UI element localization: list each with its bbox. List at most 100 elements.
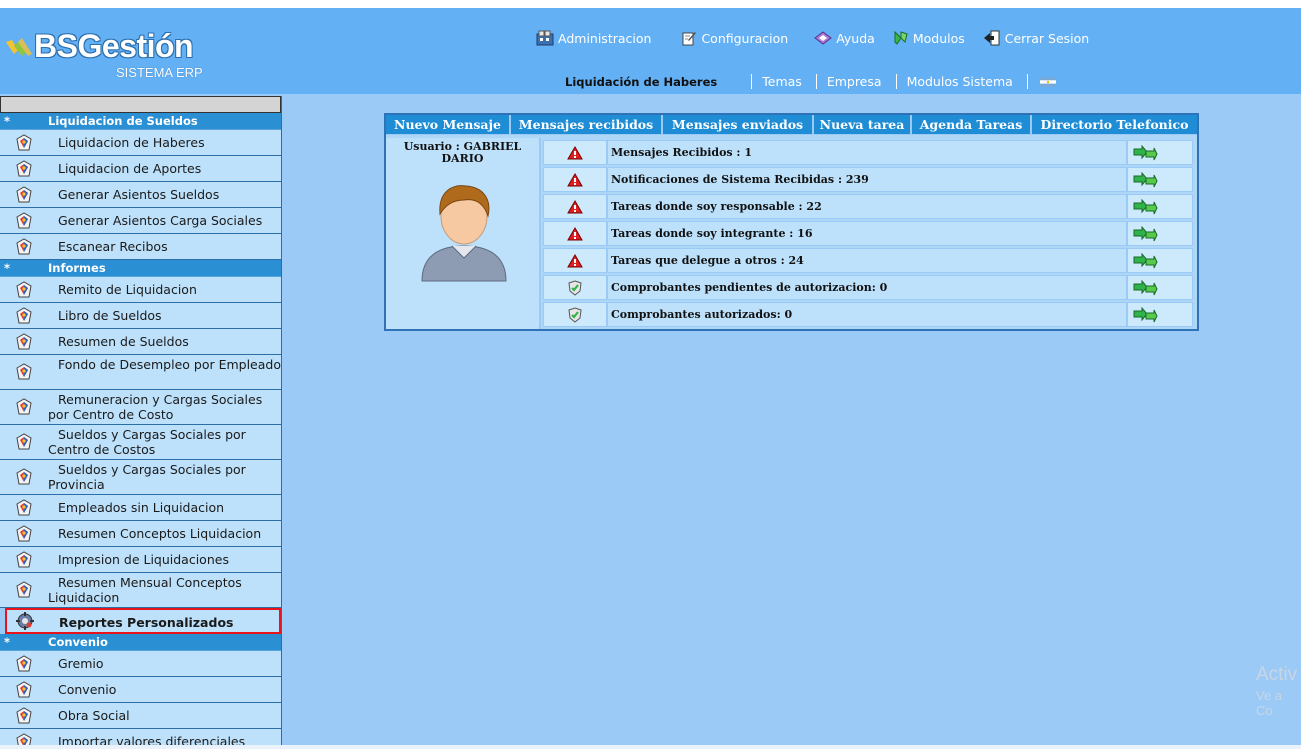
nav-cerrar-sesion[interactable]: Cerrar Sesion bbox=[983, 30, 1089, 46]
section-star: * bbox=[4, 114, 11, 128]
section-title: Liquidacion de Sueldos bbox=[48, 114, 198, 128]
report-icon bbox=[16, 550, 32, 567]
tab-directorio-telefonico[interactable]: Directorio Telefonico bbox=[1032, 115, 1197, 134]
report-icon bbox=[16, 363, 32, 380]
sidebar-item-resumen-de-sueldos[interactable]: Resumen de Sueldos bbox=[0, 329, 281, 355]
sidebar-item-sueldos-cargas-centro-de-costos[interactable]: Sueldos y Cargas Sociales por Centro de … bbox=[0, 425, 281, 460]
report-icon bbox=[16, 159, 32, 176]
bsgestion-logo[interactable]: BSGestión SISTEMA ERP bbox=[4, 28, 214, 88]
dashboard-panel: Nuevo Mensaje Mensajes recibidos Mensaje… bbox=[384, 113, 1199, 331]
logo-mark-icon bbox=[6, 38, 32, 56]
nav-configuracion[interactable]: Configuracion bbox=[681, 30, 788, 46]
report-icon bbox=[16, 654, 32, 671]
status-cell bbox=[543, 167, 607, 192]
go-arrow-icon bbox=[1133, 198, 1158, 214]
admin-icon bbox=[536, 30, 554, 46]
status-cell bbox=[543, 194, 607, 219]
panel-tabs: Nuevo Mensaje Mensajes recibidos Mensaje… bbox=[386, 115, 1197, 135]
open-button[interactable] bbox=[1127, 302, 1193, 327]
sidebar-item-generar-asientos-carga-sociales[interactable]: Generar Asientos Carga Sociales bbox=[0, 208, 281, 234]
notification-row: Tareas donde soy responsable : 22 bbox=[543, 194, 1197, 219]
sidebar-item-resumen-conceptos-liquidacion[interactable]: Resumen Conceptos Liquidacion bbox=[0, 521, 281, 547]
sidebar-item-reportes-personalizados[interactable]: Reportes Personalizados bbox=[5, 608, 281, 634]
sidebar-item-remuneracion-cargas-sociales[interactable]: Remuneracion y Cargas Sociales por Centr… bbox=[0, 390, 281, 425]
sidebar-item-label: Resumen Mensual Conceptos Liquidacion bbox=[48, 575, 242, 605]
status-cell bbox=[543, 302, 607, 327]
notifications-list: Mensajes Recibidos : 1 Notificaciones de… bbox=[543, 140, 1197, 329]
report-icon bbox=[16, 306, 32, 323]
open-button[interactable] bbox=[1127, 275, 1193, 300]
go-arrow-icon bbox=[1133, 279, 1158, 295]
section-convenio[interactable]: * Convenio bbox=[0, 634, 281, 651]
nav-cerrar-sesion-label: Cerrar Sesion bbox=[1004, 30, 1090, 46]
separator bbox=[895, 74, 897, 89]
report-icon bbox=[16, 332, 32, 349]
sidebar-item-label: Resumen de Sueldos bbox=[58, 334, 189, 349]
open-button[interactable] bbox=[1127, 140, 1193, 165]
link-empresa[interactable]: Empresa bbox=[827, 74, 882, 89]
report-icon bbox=[16, 581, 32, 598]
open-button[interactable] bbox=[1127, 194, 1193, 219]
check-shield-icon bbox=[568, 306, 582, 323]
open-button[interactable] bbox=[1127, 221, 1193, 246]
tab-nuevo-mensaje[interactable]: Nuevo Mensaje bbox=[386, 115, 511, 134]
report-icon bbox=[16, 280, 32, 297]
config-icon bbox=[682, 32, 697, 46]
sidebar-item-label: Resumen Conceptos Liquidacion bbox=[58, 526, 262, 541]
sidebar-item-empleados-sin-liquidacion[interactable]: Empleados sin Liquidacion bbox=[0, 495, 281, 521]
windows-activation-watermark: Activ bbox=[1256, 664, 1298, 685]
tab-mensajes-recibidos[interactable]: Mensajes recibidos bbox=[511, 115, 663, 134]
open-button[interactable] bbox=[1127, 167, 1193, 192]
sidebar-item-convenio[interactable]: Convenio bbox=[0, 677, 281, 703]
tab-agenda-tareas[interactable]: Agenda Tareas bbox=[912, 115, 1032, 134]
sidebar-item-sueldos-cargas-provincia[interactable]: Sueldos y Cargas Sociales por Provincia bbox=[0, 460, 281, 495]
sidebar-item-resumen-mensual-conceptos[interactable]: Resumen Mensual Conceptos Liquidacion bbox=[0, 573, 281, 608]
open-button[interactable] bbox=[1127, 248, 1193, 273]
sidebar-item-label: Fondo de Desempleo por Empleado bbox=[58, 357, 281, 372]
sidebar-item-obra-social[interactable]: Obra Social bbox=[0, 703, 281, 729]
module-navigation: Liquidación de Haberes Temas Empresa Mod… bbox=[565, 74, 1056, 89]
sidebar-item-label: Reportes Personalizados bbox=[59, 615, 234, 630]
sidebar-item-liquidacion-de-haberes[interactable]: Liquidacion de Haberes bbox=[0, 130, 281, 156]
link-modulos-sistema[interactable]: Modulos Sistema bbox=[907, 74, 1013, 89]
current-module-title: Liquidación de Haberes bbox=[565, 74, 718, 89]
report-icon bbox=[16, 433, 32, 450]
tab-mensajes-enviados[interactable]: Mensajes enviados bbox=[663, 115, 814, 134]
sidebar-item-remito-de-liquidacion[interactable]: Remito de Liquidacion bbox=[0, 277, 281, 303]
sidebar-item-gremio[interactable]: Gremio bbox=[0, 651, 281, 677]
sidebar-menu: * Liquidacion de Sueldos Liquidacion de … bbox=[0, 96, 282, 749]
nav-modulos-label: Modulos bbox=[912, 30, 965, 46]
notification-text: Tareas donde soy integrante : 16 bbox=[607, 221, 1127, 246]
go-arrow-icon bbox=[1133, 144, 1158, 160]
help-icon bbox=[814, 31, 833, 45]
notification-text: Tareas donde soy responsable : 22 bbox=[607, 194, 1127, 219]
top-border bbox=[0, 0, 1301, 8]
report-icon bbox=[16, 498, 32, 515]
sidebar-item-label: Gremio bbox=[58, 656, 104, 671]
notification-row: Mensajes Recibidos : 1 bbox=[543, 140, 1197, 165]
link-temas[interactable]: Temas bbox=[762, 74, 802, 89]
nav-modulos[interactable]: Modulos bbox=[893, 30, 965, 46]
sidebar-item-label: Libro de Sueldos bbox=[58, 308, 162, 323]
notification-text: Comprobantes pendientes de autorizacion:… bbox=[607, 275, 1127, 300]
status-cell bbox=[543, 248, 607, 273]
section-liquidacion-de-sueldos[interactable]: * Liquidacion de Sueldos bbox=[0, 113, 281, 130]
sidebar-item-escanear-recibos[interactable]: Escanear Recibos bbox=[0, 234, 281, 260]
report-icon bbox=[16, 237, 32, 254]
section-informes[interactable]: * Informes bbox=[0, 260, 281, 277]
argentina-flag-icon[interactable] bbox=[1039, 76, 1056, 87]
sidebar-item-liquidacion-de-aportes[interactable]: Liquidacion de Aportes bbox=[0, 156, 281, 182]
logo-brand: BSGestión bbox=[34, 28, 194, 64]
nav-administracion[interactable]: Administracion bbox=[536, 30, 651, 46]
sidebar-item-impresion-de-liquidaciones[interactable]: Impresion de Liquidaciones bbox=[0, 547, 281, 573]
sidebar-item-generar-asientos-sueldos[interactable]: Generar Asientos Sueldos bbox=[0, 182, 281, 208]
tab-nueva-tarea[interactable]: Nueva tarea bbox=[814, 115, 912, 134]
sidebar-item-fondo-de-desempleo[interactable]: Fondo de Desempleo por Empleado bbox=[0, 355, 281, 390]
report-icon bbox=[16, 133, 32, 150]
notification-text: Tareas que delegue a otros : 24 bbox=[607, 248, 1127, 273]
nav-ayuda[interactable]: Ayuda bbox=[814, 31, 875, 46]
section-star: * bbox=[4, 635, 11, 649]
sidebar-item-libro-de-sueldos[interactable]: Libro de Sueldos bbox=[0, 303, 281, 329]
separator bbox=[751, 74, 753, 89]
sidebar-item-label: Remuneracion y Cargas Sociales por Centr… bbox=[48, 392, 263, 422]
